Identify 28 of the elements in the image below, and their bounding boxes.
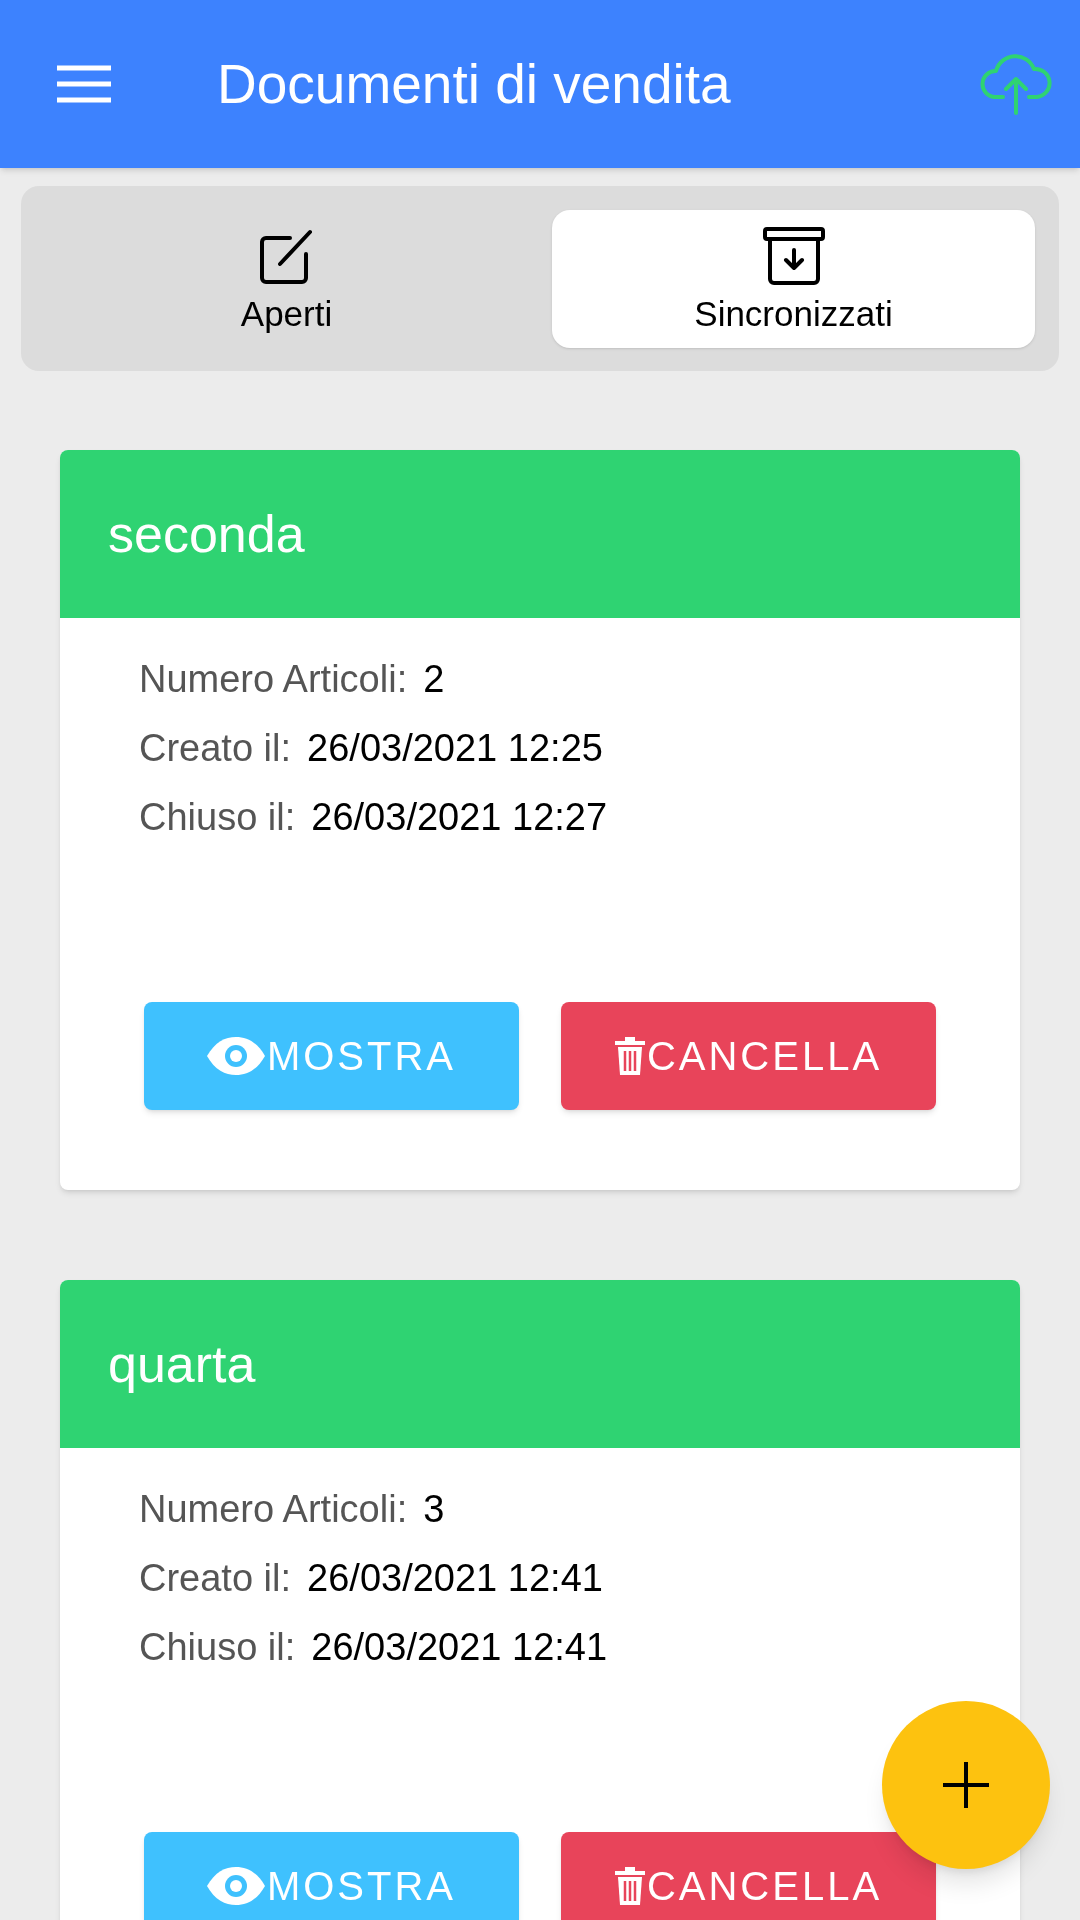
show-button[interactable]: MOSTRA (144, 1002, 519, 1110)
field-value: 26/03/2021 12:27 (311, 798, 608, 836)
app-title: Documenti di vendita (217, 56, 731, 112)
field-label: Creato il: (139, 729, 292, 767)
field-value: 2 (423, 660, 445, 698)
document-title: seconda (108, 508, 305, 560)
field-value: 26/03/2021 12:41 (311, 1628, 608, 1666)
eye-icon (206, 1867, 265, 1905)
delete-button[interactable]: CANCELLA (561, 1002, 936, 1110)
field-value: 26/03/2021 12:25 (307, 729, 603, 767)
archive-icon (762, 226, 825, 288)
trash-icon (614, 1037, 645, 1075)
show-button[interactable]: MOSTRA (144, 1832, 519, 1920)
field-label: Creato il: (139, 1559, 292, 1597)
field-label: Numero Articoli: (139, 660, 408, 698)
cloud-upload-icon[interactable] (979, 53, 1053, 115)
field-value: 3 (423, 1490, 445, 1528)
delete-button[interactable]: CANCELLA (561, 1832, 936, 1920)
eye-icon (206, 1037, 265, 1075)
plus-icon (943, 1762, 989, 1808)
field-label: Chiuso il: (139, 1628, 296, 1666)
field-label: Chiuso il: (139, 798, 296, 836)
field-label: Numero Articoli: (139, 1490, 408, 1528)
menu-icon[interactable] (57, 64, 111, 104)
trash-icon (614, 1867, 645, 1905)
tab[interactable]: Sincronizzati (552, 209, 1035, 348)
field-value: 26/03/2021 12:41 (307, 1559, 603, 1597)
tab[interactable]: Aperti (45, 209, 528, 348)
